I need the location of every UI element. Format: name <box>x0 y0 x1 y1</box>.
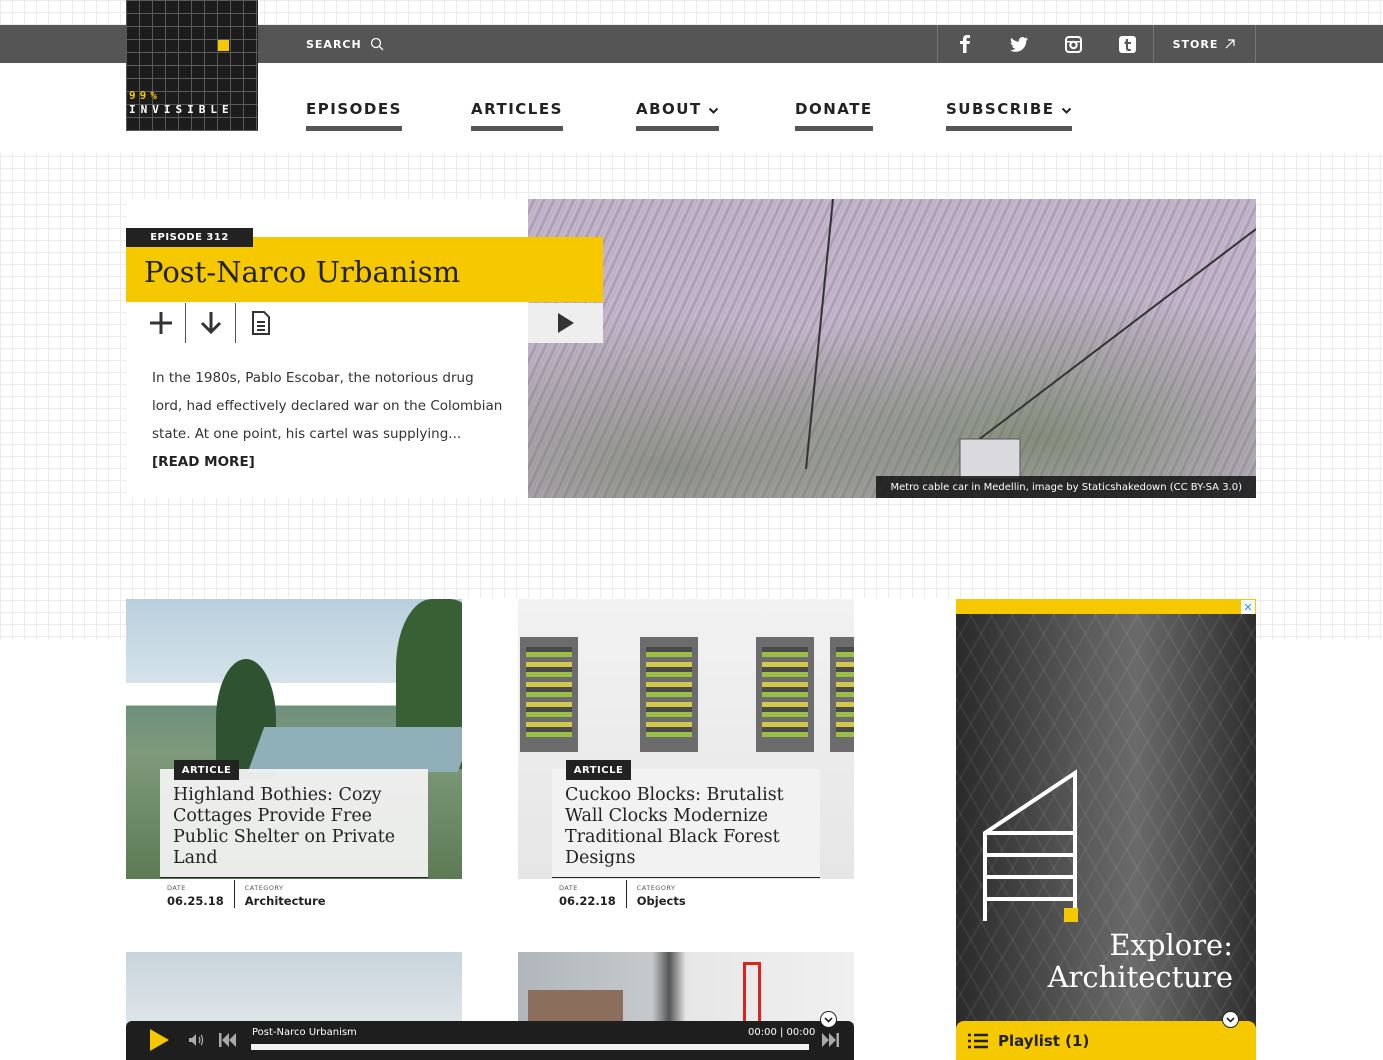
download-button[interactable] <box>186 303 236 343</box>
facebook-link[interactable] <box>938 25 992 63</box>
article-meta-bothies: DATE 06.25.18 CATEGORY Architecture <box>165 880 336 908</box>
store-label: STORE <box>1172 37 1219 51</box>
tumblr-link[interactable] <box>1100 25 1154 63</box>
cable-lines <box>805 199 1256 480</box>
chevron-down-icon <box>1226 1017 1235 1023</box>
date-label: DATE <box>559 884 578 892</box>
search-icon <box>370 37 384 51</box>
facebook-icon <box>960 35 970 53</box>
skip-forward-icon[interactable] <box>821 1033 839 1047</box>
episode-actions <box>136 303 286 343</box>
search-button[interactable]: SEARCH <box>306 25 384 63</box>
twitter-icon <box>1010 36 1028 52</box>
episode-tag: EPISODE 312 <box>126 228 253 247</box>
category-label: CATEGORY <box>636 884 676 892</box>
logo-wordmark: INVISIBLE <box>129 103 234 116</box>
category-value: Architecture <box>244 894 326 908</box>
add-to-playlist-button[interactable] <box>136 303 186 343</box>
transcript-button[interactable] <box>236 303 286 343</box>
hero-description: In the 1980s, Pablo Escobar, the notorio… <box>152 364 504 476</box>
nav-articles[interactable]: ARTICLES <box>471 100 563 131</box>
read-more-link[interactable]: [READ MORE] <box>152 454 255 470</box>
list-icon <box>968 1033 988 1048</box>
article-date: DATE 06.25.18 <box>165 880 234 908</box>
player-collapse-button[interactable] <box>820 1011 837 1028</box>
play-icon[interactable] <box>148 1028 170 1052</box>
article-tag: ARTICLE <box>566 760 631 780</box>
hero-image[interactable]: Metro cable car in Medellin, image by St… <box>528 199 1256 498</box>
ad-explore-architecture[interactable]: ✕ Explore: Architecture <box>956 599 1256 1060</box>
article-date: DATE 06.22.18 <box>557 880 626 908</box>
ad-top-strip <box>956 599 1256 614</box>
instagram-link[interactable] <box>1046 25 1100 63</box>
audio-player: Post-Narco Urbanism 00:00 | 00:00 <box>126 1021 854 1060</box>
ad-close-icon[interactable]: ✕ <box>1241 600 1255 614</box>
article-category[interactable]: CATEGORY Objects <box>625 880 696 908</box>
nav-subscribe-label: SUBSCRIBE <box>946 100 1055 118</box>
article-category[interactable]: CATEGORY Architecture <box>233 880 336 908</box>
red-arrow-shape <box>743 962 761 1027</box>
chevron-down-icon <box>708 107 718 114</box>
building-outline-icon <box>983 769 1077 921</box>
plus-icon <box>149 312 172 334</box>
date-value: 06.25.18 <box>167 894 224 908</box>
volume-icon[interactable] <box>188 1033 204 1047</box>
instagram-icon <box>1064 35 1082 53</box>
logo-percent: 99% <box>129 89 161 102</box>
article-title-cuckoo[interactable]: Cuckoo Blocks: Brutalist Wall Clocks Mod… <box>552 769 820 878</box>
nav-articles-label: ARTICLES <box>471 100 563 118</box>
date-label: DATE <box>167 884 186 892</box>
hero-play-button[interactable] <box>528 303 603 343</box>
nav-about-label: ABOUT <box>636 100 702 118</box>
chevron-down-icon <box>1061 107 1071 114</box>
nav-donate[interactable]: DONATE <box>795 100 873 131</box>
nav-about[interactable]: ABOUT <box>636 100 719 131</box>
clock-shape <box>520 637 578 752</box>
player-progress-bar[interactable] <box>251 1044 809 1050</box>
article-title-bothies[interactable]: Highland Bothies: Cozy Cottages Provide … <box>160 769 428 878</box>
player-time: 00:00 | 00:00 <box>748 1027 816 1038</box>
roof-shape <box>247 727 462 772</box>
playlist-collapse-button[interactable] <box>1222 1011 1239 1028</box>
playlist-label: Playlist (1) <box>998 1031 1090 1050</box>
article-image-3[interactable] <box>126 952 462 1027</box>
article-meta-cuckoo: DATE 06.22.18 CATEGORY Objects <box>557 880 696 908</box>
chevron-down-icon <box>824 1017 833 1023</box>
nav-episodes[interactable]: EPISODES <box>306 100 402 131</box>
logo-yellow-square <box>218 40 229 51</box>
external-arrow-icon <box>1225 39 1235 49</box>
clock-shape <box>830 637 854 752</box>
clock-shape <box>756 637 814 752</box>
nav-episodes-label: EPISODES <box>306 100 402 118</box>
hero-image-caption: Metro cable car in Medellin, image by St… <box>876 476 1256 498</box>
date-value: 06.22.18 <box>559 894 616 908</box>
nav-donate-label: DONATE <box>795 100 873 118</box>
clock-shape <box>640 637 698 752</box>
tumblr-icon <box>1118 35 1136 53</box>
nav-subscribe[interactable]: SUBSCRIBE <box>946 100 1072 131</box>
playlist-toggle[interactable]: Playlist (1) <box>956 1021 1256 1060</box>
site-logo[interactable]: 99% INVISIBLE <box>126 0 258 131</box>
store-link[interactable]: STORE <box>1153 25 1256 63</box>
hero-description-text: In the 1980s, Pablo Escobar, the notorio… <box>152 370 503 442</box>
ad-yellow-square <box>1064 908 1078 922</box>
twitter-link[interactable] <box>992 25 1046 63</box>
category-label: CATEGORY <box>244 884 284 892</box>
category-value: Objects <box>636 894 686 908</box>
article-image-4[interactable] <box>518 952 854 1027</box>
player-track-title: Post-Narco Urbanism <box>252 1027 357 1038</box>
search-label: SEARCH <box>306 37 362 51</box>
play-icon <box>557 313 574 333</box>
social-links <box>937 25 1154 63</box>
download-arrow-icon <box>200 312 221 335</box>
article-tag: ARTICLE <box>174 760 239 780</box>
document-icon <box>252 311 270 335</box>
ad-headline: Explore: Architecture <box>1047 928 1233 994</box>
skip-back-icon[interactable] <box>219 1033 237 1047</box>
